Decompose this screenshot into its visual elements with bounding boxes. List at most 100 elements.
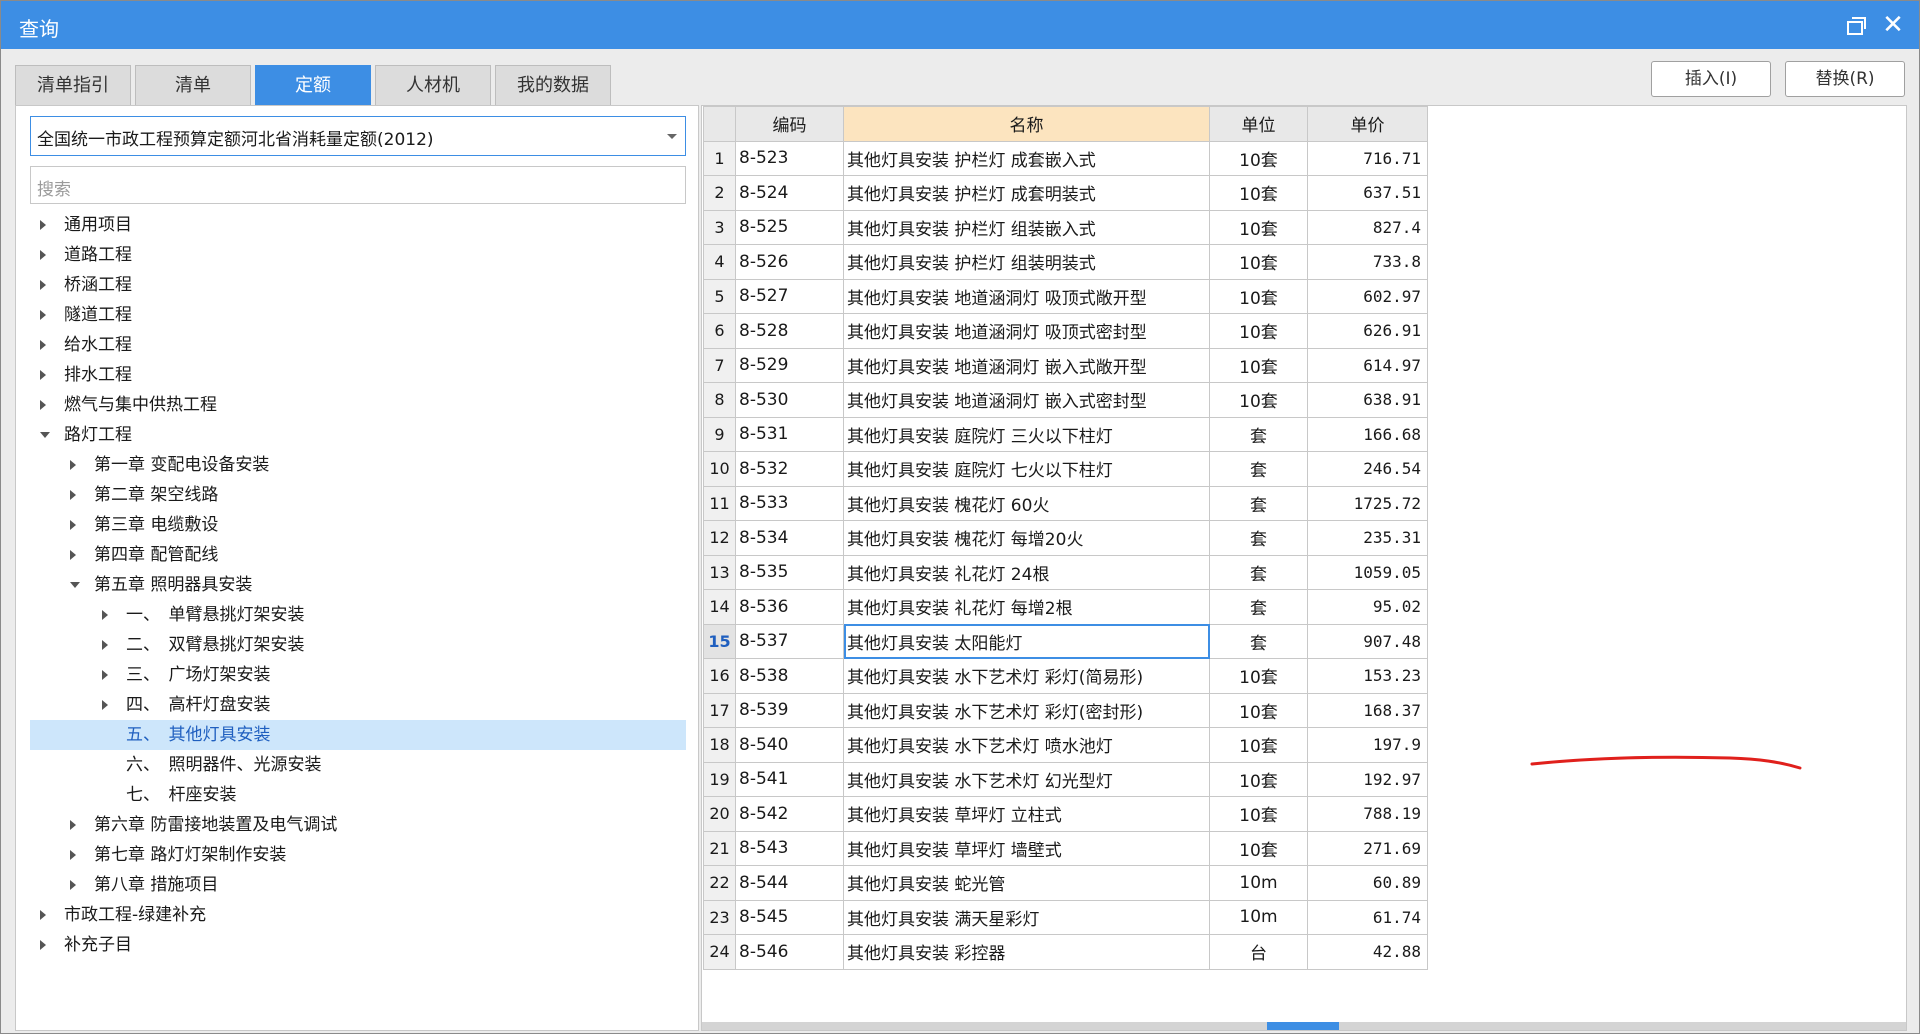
table-row[interactable]: 13 8-535 其他灯具安装 礼花灯 24根套 1059.05 <box>703 554 1428 590</box>
cell-price[interactable]: 271.69 <box>1307 830 1428 866</box>
tree-node[interactable]: 一、 单臂悬挑灯架安装 <box>30 600 686 630</box>
caret-right-icon[interactable] <box>40 370 46 380</box>
row-number[interactable]: 22 <box>703 865 736 901</box>
tree-node[interactable]: 路灯工程 <box>30 420 686 450</box>
cell-price[interactable]: 907.48 <box>1307 623 1428 659</box>
tree-node[interactable]: 七、 杆座安装 <box>30 780 686 810</box>
cell-unit[interactable]: 台 <box>1209 934 1308 970</box>
cell-price[interactable]: 733.8 <box>1307 244 1428 280</box>
caret-right-icon[interactable] <box>70 880 76 890</box>
caret-right-icon[interactable] <box>40 250 46 260</box>
cell-code[interactable]: 8-541 <box>735 761 844 797</box>
cell-unit[interactable]: 套 <box>1209 554 1308 590</box>
caret-down-icon[interactable] <box>40 432 50 438</box>
row-number[interactable]: 23 <box>703 899 736 935</box>
row-number[interactable]: 17 <box>703 692 736 728</box>
tree-node[interactable]: 第四章 配管配线 <box>30 540 686 570</box>
cell-price[interactable]: 192.97 <box>1307 761 1428 797</box>
column-header-code[interactable]: 编码 <box>735 106 844 142</box>
tree-node[interactable]: 第二章 架空线路 <box>30 480 686 510</box>
caret-right-icon[interactable] <box>102 670 108 680</box>
tree-node[interactable]: 市政工程-绿建补充 <box>30 900 686 930</box>
tree-node[interactable]: 第一章 变配电设备安装 <box>30 450 686 480</box>
title-bar[interactable]: 查询 ✕ <box>1 1 1919 49</box>
cell-name[interactable]: 其他灯具安装 满天星彩灯 <box>843 899 1210 935</box>
row-number[interactable]: 9 <box>703 416 736 452</box>
row-number[interactable]: 18 <box>703 727 736 763</box>
cell-price[interactable]: 637.51 <box>1307 175 1428 211</box>
tab-quota[interactable]: 定额 <box>255 65 371 105</box>
cell-price[interactable]: 60.89 <box>1307 865 1428 901</box>
cell-name[interactable]: 其他灯具安装 护栏灯 成套明装式 <box>843 175 1210 211</box>
cell-unit[interactable]: 10套 <box>1209 658 1308 694</box>
cell-price[interactable]: 1725.72 <box>1307 485 1428 521</box>
row-number[interactable]: 21 <box>703 830 736 866</box>
column-header-name[interactable]: 名称 <box>843 106 1210 142</box>
cell-price[interactable]: 42.88 <box>1307 934 1428 970</box>
cell-name[interactable]: 其他灯具安装 护栏灯 组装明装式 <box>843 244 1210 280</box>
table-row[interactable]: 11 8-533 其他灯具安装 槐花灯 60火套 1725.72 <box>703 485 1428 521</box>
cell-code[interactable]: 8-535 <box>735 554 844 590</box>
search-input[interactable]: 搜索 <box>30 166 686 204</box>
cell-code[interactable]: 8-532 <box>735 451 844 487</box>
caret-right-icon[interactable] <box>40 400 46 410</box>
row-number[interactable]: 10 <box>703 451 736 487</box>
tab-bill-guide[interactable]: 清单指引 <box>15 65 131 105</box>
tree-node[interactable]: 六、 照明器件、光源安装 <box>30 750 686 780</box>
tree-node[interactable]: 第七章 路灯灯架制作安装 <box>30 840 686 870</box>
row-number[interactable]: 5 <box>703 278 736 314</box>
cell-unit[interactable]: 10套 <box>1209 313 1308 349</box>
cell-name[interactable]: 其他灯具安装 草坪灯 墙壁式 <box>843 830 1210 866</box>
row-number[interactable]: 11 <box>703 485 736 521</box>
cell-name[interactable]: 其他灯具安装 蛇光管 <box>843 865 1210 901</box>
table-row[interactable]: 12 8-534 其他灯具安装 槐花灯 每增20火套 235.31 <box>703 520 1428 556</box>
tree-node[interactable]: 通用项目 <box>30 210 686 240</box>
caret-right-icon[interactable] <box>40 280 46 290</box>
cell-unit[interactable]: 10套 <box>1209 727 1308 763</box>
cell-unit[interactable]: 10套 <box>1209 140 1308 176</box>
replace-button[interactable]: 替换(R) <box>1785 61 1905 97</box>
cell-name[interactable]: 其他灯具安装 水下艺术灯 幻光型灯 <box>843 761 1210 797</box>
cell-name[interactable]: 其他灯具安装 护栏灯 成套嵌入式 <box>843 140 1210 176</box>
caret-right-icon[interactable] <box>40 340 46 350</box>
cell-unit[interactable]: 10套 <box>1209 796 1308 832</box>
table-row[interactable]: 9 8-531 其他灯具安装 庭院灯 三火以下柱灯套 166.68 <box>703 416 1428 452</box>
row-number[interactable]: 20 <box>703 796 736 832</box>
cell-code[interactable]: 8-545 <box>735 899 844 935</box>
cell-code[interactable]: 8-540 <box>735 727 844 763</box>
tree-node[interactable]: 四、 高杆灯盘安装 <box>30 690 686 720</box>
row-number[interactable]: 12 <box>703 520 736 556</box>
cell-unit[interactable]: 10套 <box>1209 347 1308 383</box>
tab-labor-material-machine[interactable]: 人材机 <box>375 65 491 105</box>
tree-node[interactable]: 燃气与集中供热工程 <box>30 390 686 420</box>
cell-unit[interactable]: 套 <box>1209 416 1308 452</box>
cell-unit[interactable]: 10套 <box>1209 761 1308 797</box>
cell-unit[interactable]: 10m <box>1209 899 1308 935</box>
row-number[interactable]: 19 <box>703 761 736 797</box>
cell-price[interactable]: 716.71 <box>1307 140 1428 176</box>
table-row[interactable]: 20 8-542 其他灯具安装 草坪灯 立柱式 10套 788.19 <box>703 796 1428 832</box>
cell-name[interactable]: 其他灯具安装 水下艺术灯 彩灯(密封形) <box>843 692 1210 728</box>
caret-right-icon[interactable] <box>102 700 108 710</box>
cell-code[interactable]: 8-539 <box>735 692 844 728</box>
tree-node[interactable]: 排水工程 <box>30 360 686 390</box>
cell-name[interactable]: 其他灯具安装 草坪灯 立柱式 <box>843 796 1210 832</box>
caret-right-icon[interactable] <box>70 550 76 560</box>
cell-unit[interactable]: 10套 <box>1209 692 1308 728</box>
row-number[interactable]: 3 <box>703 209 736 245</box>
table-row[interactable]: 10 8-532 其他灯具安装 庭院灯 七火以下柱灯套 246.54 <box>703 451 1428 487</box>
cell-price[interactable]: 95.02 <box>1307 589 1428 625</box>
table-row[interactable]: 21 8-543 其他灯具安装 草坪灯 墙壁式 10套 271.69 <box>703 830 1428 866</box>
cell-name[interactable]: 其他灯具安装 槐花灯 60火 <box>843 485 1210 521</box>
row-number[interactable]: 24 <box>703 934 736 970</box>
row-number[interactable]: 2 <box>703 175 736 211</box>
table-row[interactable]: 24 8-546 其他灯具安装 彩控器台 42.88 <box>703 934 1428 970</box>
horizontal-scrollbar[interactable] <box>702 1022 1906 1030</box>
table-row[interactable]: 15 8-537 其他灯具安装 太阳能灯套 907.48 <box>703 623 1428 659</box>
cell-price[interactable]: 638.91 <box>1307 382 1428 418</box>
tree-node[interactable]: 二、 双臂悬挑灯架安装 <box>30 630 686 660</box>
table-row[interactable]: 4 8-526 其他灯具安装 护栏灯 组装明装式 10套 733.8 <box>703 244 1428 280</box>
cell-price[interactable]: 153.23 <box>1307 658 1428 694</box>
caret-down-icon[interactable] <box>70 582 80 588</box>
table-row[interactable]: 1 8-523 其他灯具安装 护栏灯 成套嵌入式 10套 716.71 <box>703 140 1428 176</box>
